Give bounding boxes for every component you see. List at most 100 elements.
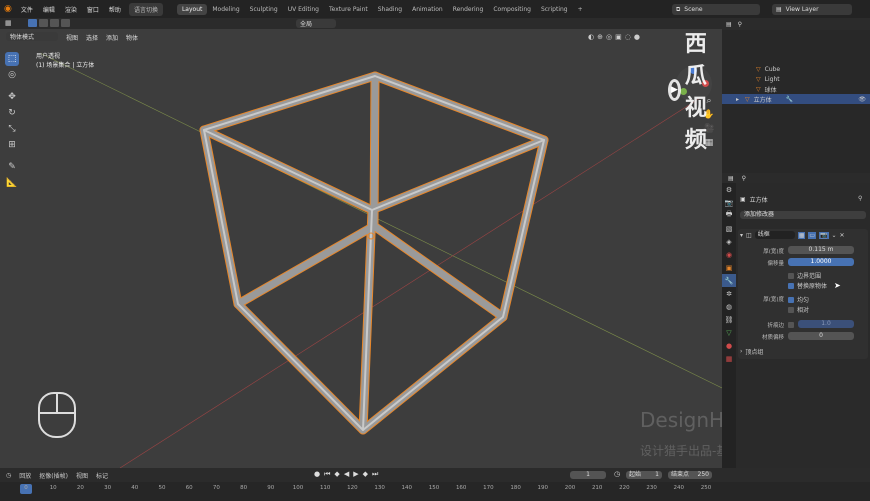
view-layer-tab-icon[interactable]: ▧ [722, 222, 736, 235]
select-tool-icon[interactable]: ⬚ [5, 52, 19, 66]
editmode-toggle-icon[interactable]: ▦ [797, 231, 806, 239]
jump-start-icon[interactable]: ⏮ [324, 470, 330, 479]
outliner-row-light[interactable]: ▽ Light [722, 74, 870, 84]
scale-tool-icon[interactable]: ⤡ [5, 122, 19, 136]
vertex-group-row[interactable]: › 顶点组 [740, 347, 763, 356]
eye-icon[interactable]: 👁 [858, 96, 866, 103]
outliner-filter-icon[interactable]: ⚲ [738, 21, 742, 28]
tool-tab-icon[interactable]: ⚙ [722, 183, 736, 196]
menu-view[interactable]: 视图 [66, 33, 78, 42]
select-mode-buttons[interactable] [28, 19, 70, 27]
transform-tool-icon[interactable]: ⊞ [5, 138, 19, 152]
rotate-tool-icon[interactable]: ↻ [5, 106, 19, 120]
replace-checkbox[interactable] [788, 282, 794, 289]
move-tool-icon[interactable]: ✥ [5, 90, 19, 104]
workspace-tab-scripting[interactable]: Scripting [536, 4, 573, 15]
output-tab-icon[interactable]: 🖶 [722, 209, 736, 222]
constraints-tab-icon[interactable]: ⛓ [722, 313, 736, 326]
viewport-shading-buttons[interactable]: ◐ ⊕ ◎ ▣ ◌ ● [588, 33, 640, 41]
modifier-name-field[interactable]: 线框 [754, 231, 795, 239]
pin-icon[interactable]: ⚲ [858, 195, 862, 202]
workspace-tab-rendering[interactable]: Rendering [448, 4, 489, 15]
thickness-field[interactable]: 0.115 m [788, 246, 854, 254]
workspace-tab-compositing[interactable]: Compositing [488, 4, 536, 15]
editor-type-button[interactable]: ▦ [5, 19, 12, 27]
properties-editor[interactable]: ▤ ⚲ ⚙ 📷 🖶 ▧ ◈ ◉ ▣ 🔧 ✲ ◍ ⛓ ▽ ● ▦ ▣ 立方体 ⚲ … [722, 173, 870, 468]
cursor-tool-icon[interactable]: ◎ [5, 68, 19, 82]
physics-tab-icon[interactable]: ◍ [722, 300, 736, 313]
crease-field[interactable]: 1.0 [798, 320, 854, 328]
add-workspace-button[interactable]: + [573, 4, 588, 15]
menu-help[interactable]: 帮助 [104, 5, 126, 14]
modifier-tab-icon[interactable]: 🔧 [722, 274, 736, 287]
particles-tab-icon[interactable]: ✲ [722, 287, 736, 300]
add-modifier-dropdown[interactable]: 添加修改器 [740, 211, 866, 219]
timeline[interactable]: ◷ 回放 抠像(插帧) 视图 标记 ● ⏮ ◆ ◀ ▶ ◆ ⏭ 1 ◷ 起始 1… [0, 468, 870, 501]
play-reverse-icon[interactable]: ◀ [344, 470, 349, 479]
boundary-checkbox-row[interactable]: 边界范围 [788, 271, 821, 280]
workspace-tab-animation[interactable]: Animation [407, 4, 448, 15]
menu-object[interactable]: 物体 [126, 33, 138, 42]
collapse-arrow-icon[interactable]: ▾ [740, 232, 743, 239]
workspace-tab-modeling[interactable]: Modeling [207, 4, 244, 15]
play-icon[interactable]: ▶ [353, 470, 358, 479]
remove-modifier-icon[interactable]: ✕ [840, 232, 845, 239]
boundary-checkbox[interactable] [788, 272, 794, 279]
workspace-tab-uv-editing[interactable]: UV Editing [283, 4, 324, 15]
outliner[interactable]: ▤ ⚲ ▽ Cube ▽ Light ▽ 球体 ▸ ▽ 立方体 🔧 👁 [722, 18, 870, 173]
render-toggle-icon[interactable]: 📷 [819, 231, 829, 239]
record-icon[interactable]: ● [314, 470, 320, 479]
measure-tool-icon[interactable]: 📐 [5, 176, 19, 190]
menu-file[interactable]: 文件 [16, 5, 38, 14]
menu-marker[interactable]: 标记 [96, 471, 108, 480]
outliner-editor-icon[interactable]: ▤ [726, 21, 732, 28]
transform-orientation-dropdown[interactable]: 全局 [296, 19, 336, 28]
expand-arrow-icon[interactable]: › [740, 348, 742, 355]
workspace-tab-shading[interactable]: Shading [373, 4, 407, 15]
start-frame-field[interactable]: 起始 1 [626, 471, 662, 479]
relative-checkbox-row[interactable]: 相对 [788, 305, 809, 314]
expand-arrow-icon[interactable]: ▸ [736, 96, 739, 103]
outliner-row-cube[interactable]: ▽ Cube [722, 64, 870, 74]
menu-window[interactable]: 窗口 [82, 5, 104, 14]
menu-add[interactable]: 添加 [106, 33, 118, 42]
jump-end-icon[interactable]: ⏭ [372, 470, 378, 479]
menu-timeline-view[interactable]: 视图 [76, 471, 88, 480]
render-tab-icon[interactable]: 📷 [722, 196, 736, 209]
texture-tab-icon[interactable]: ▦ [722, 352, 736, 365]
timeline-editor-icon[interactable]: ◷ [6, 472, 11, 479]
properties-search-icon[interactable]: ⚲ [742, 175, 746, 182]
workspace-tab-texture-paint[interactable]: Texture Paint [324, 4, 373, 15]
annotate-tool-icon[interactable]: ✎ [5, 160, 19, 174]
properties-editor-icon[interactable]: ▤ [728, 175, 734, 182]
menu-playback[interactable]: 回放 [19, 471, 31, 480]
scene-selector[interactable]: ⧉ Scene [672, 4, 760, 15]
end-frame-field[interactable]: 结束点 250 [668, 471, 712, 479]
blender-logo-icon[interactable]: ◉ [4, 4, 12, 14]
scene-tab-icon[interactable]: ◈ [722, 235, 736, 248]
menu-keying[interactable]: 抠像(插帧) [39, 471, 68, 480]
current-frame-field[interactable]: 1 [570, 471, 606, 479]
3d-viewport[interactable]: ▦ 全局 物体模式 视图 选择 添加 物体 ◐ ⊕ ◎ ▣ ◌ ● 用户透视 (1) 场景… [0, 18, 722, 468]
offset-field[interactable]: 1.0000 [788, 258, 854, 266]
relative-checkbox[interactable] [788, 306, 794, 313]
workspace-tab-sculpting[interactable]: Sculpting [245, 4, 283, 15]
workspace-tab-layout[interactable]: Layout [176, 3, 208, 15]
even-checkbox-row[interactable]: 均匀 [788, 295, 809, 304]
data-tab-icon[interactable]: ▽ [722, 326, 736, 339]
next-key-icon[interactable]: ◆ [363, 470, 368, 479]
menu-render[interactable]: 渲染 [60, 5, 82, 14]
replace-checkbox-row[interactable]: 替换原物体 [788, 281, 827, 290]
viewport-toggle-icon[interactable]: ▭ [808, 231, 817, 239]
material-offset-field[interactable]: 0 [788, 332, 854, 340]
material-tab-icon[interactable]: ● [722, 339, 736, 352]
menu-edit[interactable]: 编辑 [38, 5, 60, 14]
mode-dropdown[interactable]: 物体模式 [6, 32, 58, 41]
language-switch-button[interactable]: 语言切换 [128, 2, 163, 16]
clock-icon[interactable]: ◷ [614, 470, 620, 478]
modifier-menu-icon[interactable]: ⌄ [832, 232, 837, 239]
crease-checkbox[interactable] [788, 322, 794, 328]
prev-key-icon[interactable]: ◆ [334, 470, 339, 479]
view-layer-selector[interactable]: ▤ View Layer [772, 4, 852, 15]
even-checkbox[interactable] [788, 296, 794, 303]
